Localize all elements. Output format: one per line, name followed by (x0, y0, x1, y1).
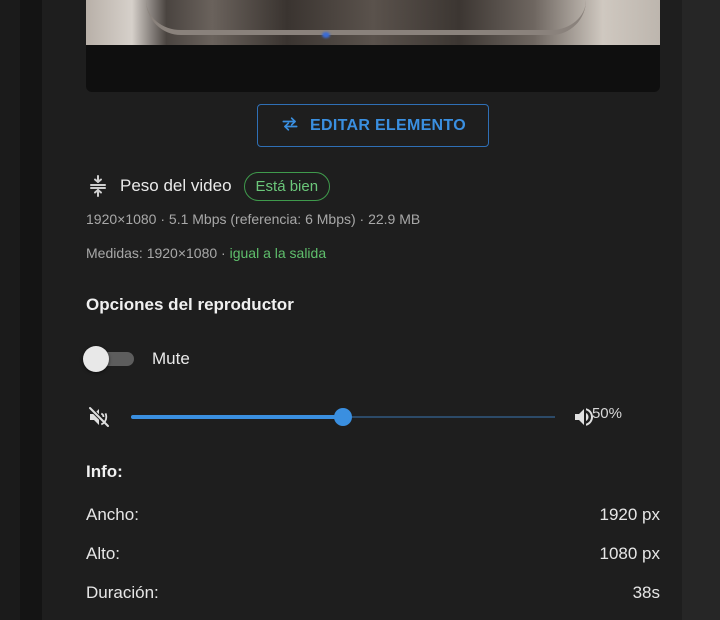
volume-slider[interactable] (131, 406, 555, 428)
video-preview[interactable] (86, 0, 660, 92)
mute-label: Mute (152, 349, 190, 368)
edit-element-button[interactable]: EDITAR ELEMENTO (257, 104, 489, 147)
info-row-duration: Duración: 38s (86, 583, 660, 603)
video-measures: Medidas: 1920×1080 · igual a la salida (86, 245, 326, 261)
info-row-label: Duración: (86, 583, 159, 602)
info-row-height: Alto: 1080 px (86, 544, 660, 564)
right-gutter (682, 0, 720, 620)
volume-slider-fill (131, 415, 343, 419)
left-gutter (0, 0, 42, 620)
info-row-width: Ancho: 1920 px (86, 505, 660, 525)
video-details: 1920×1080 · 5.1 Mbps (referencia: 6 Mbps… (86, 211, 421, 227)
player-options-title: Opciones del reproductor (86, 295, 294, 314)
edit-element-label: EDITAR ELEMENTO (310, 116, 466, 134)
properties-panel: EDITAR ELEMENTO Peso del video Está bien… (42, 0, 682, 620)
mute-toggle[interactable] (82, 345, 136, 373)
volume-off-icon[interactable] (87, 405, 111, 429)
info-title: Info: (86, 462, 123, 481)
video-weight-title: Peso del video (120, 176, 232, 195)
volume-slider-thumb[interactable] (334, 408, 352, 426)
video-highlight (322, 32, 330, 38)
info-row-value: 38s (632, 583, 660, 602)
swap-arrows-icon (280, 114, 300, 137)
video-frame (86, 0, 660, 45)
video-weight-row: Peso del video Está bien (88, 170, 331, 202)
video-measures-text: Medidas: 1920×1080 · (86, 245, 230, 261)
mute-toggle-thumb (83, 346, 109, 372)
info-row-label: Ancho: (86, 505, 139, 524)
mute-toggle-row: Mute (82, 345, 190, 373)
volume-percent: 50% (591, 405, 622, 422)
info-row-label: Alto: (86, 544, 121, 563)
video-measures-status: igual a la salida (229, 245, 327, 261)
info-row-value: 1920 px (599, 505, 661, 524)
info-row-value: 1080 px (599, 544, 661, 563)
status-badge: Está bien (243, 171, 331, 201)
compress-vertical-icon (88, 175, 108, 197)
app-frame: EDITAR ELEMENTO Peso del video Está bien… (0, 0, 720, 620)
